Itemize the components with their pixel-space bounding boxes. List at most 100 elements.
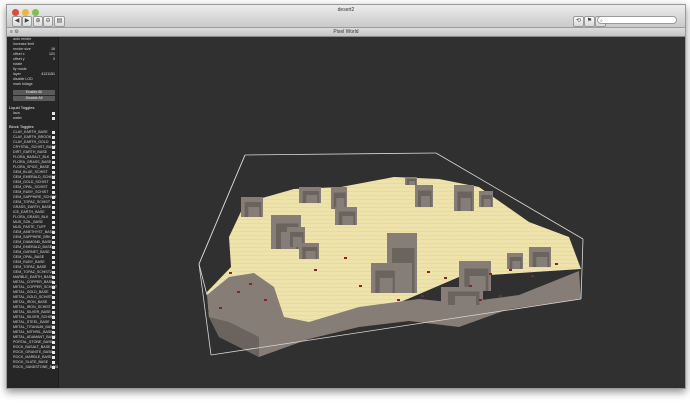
checkbox[interactable] [52, 281, 55, 284]
checkbox[interactable] [52, 296, 55, 299]
block-label: GEM_EMERALD_SCHIST [13, 175, 56, 179]
back-button[interactable]: ◀ [12, 16, 22, 27]
foliage-marker [531, 275, 534, 277]
block-label: FLORA_BASALT_BLK [13, 155, 50, 159]
foliage-marker [479, 299, 482, 301]
foliage-marker [499, 295, 502, 297]
block-label: GEM_TOPAZ_SCHIST [13, 200, 51, 204]
block-label: CLAY_EARTH_GOLD [13, 140, 49, 144]
terrain-render[interactable] [59, 37, 685, 388]
checkbox[interactable] [52, 366, 55, 369]
settings-sidebar: auto render increase limit render size 16 of… [7, 37, 59, 388]
checkbox[interactable] [52, 201, 55, 204]
checkbox[interactable] [52, 191, 55, 194]
checkbox[interactable] [52, 311, 55, 314]
checkbox[interactable] [52, 176, 55, 179]
block-toggle[interactable]: ROCK_SANDSTONE_BASE [7, 365, 58, 370]
search-field[interactable]: ⌕ [597, 16, 677, 24]
rock-block [483, 199, 491, 207]
liquid-label: water [13, 116, 22, 120]
checkbox[interactable] [52, 136, 55, 139]
checkbox[interactable] [52, 131, 55, 134]
rock-block [342, 216, 354, 225]
checkbox[interactable] [52, 166, 55, 169]
app-window: desert2 ◀ ▶ ⊕ ⊖ ▤ ⟲ ⚑ ☰ ⌕ ≡ ⚙ Pixel Worl… [6, 4, 686, 389]
checkbox[interactable] [52, 266, 55, 269]
checkbox[interactable] [52, 112, 55, 115]
control-label: rotate [13, 62, 23, 66]
checkbox[interactable] [52, 276, 55, 279]
checkbox[interactable] [52, 286, 55, 289]
zoom-out-button[interactable]: ⊖ [43, 16, 53, 27]
checkbox[interactable] [52, 251, 55, 254]
checkbox[interactable] [52, 171, 55, 174]
liquid-toggle[interactable]: water [7, 116, 58, 121]
checkbox[interactable] [52, 361, 55, 364]
block-label: METAL_COPPER_BASE [13, 280, 54, 284]
checkbox[interactable] [52, 151, 55, 154]
checkbox[interactable] [52, 211, 55, 214]
checkbox[interactable] [52, 196, 55, 199]
foliage-marker [359, 285, 362, 287]
rock-block [397, 263, 412, 293]
fly-mode-label: fly mode [13, 67, 27, 71]
checkbox[interactable] [52, 271, 55, 274]
disable-all-button[interactable]: Disable All [13, 96, 55, 101]
checkbox[interactable] [52, 161, 55, 164]
checkbox[interactable] [52, 256, 55, 259]
block-label: GEM_BLUE_SCHIST [13, 170, 48, 174]
block-label: GEM_EMERALD_BASE [13, 245, 53, 249]
checkbox[interactable] [52, 231, 55, 234]
checkbox[interactable] [52, 301, 55, 304]
enable-all-button[interactable]: Enable All [13, 90, 55, 95]
checkbox[interactable] [52, 291, 55, 294]
checkbox[interactable] [52, 181, 55, 184]
block-label: GEM_RUBY_SCHIST [13, 190, 49, 194]
block-label: GEM_AMETHYST_BASE [13, 230, 55, 234]
checkbox[interactable] [52, 141, 55, 144]
checkbox[interactable] [52, 221, 55, 224]
checkbox[interactable] [52, 346, 55, 349]
checkbox[interactable] [52, 236, 55, 239]
checkbox[interactable] [52, 356, 55, 359]
3d-viewport[interactable] [59, 37, 685, 388]
control-label: render size [13, 47, 31, 51]
checkbox[interactable] [52, 216, 55, 219]
checkbox[interactable] [52, 351, 55, 354]
misc-toggle[interactable]: mark foliage [7, 82, 58, 87]
checkbox[interactable] [52, 321, 55, 324]
checkbox[interactable] [52, 146, 55, 149]
checkbox[interactable] [52, 341, 55, 344]
checkbox[interactable] [52, 316, 55, 319]
checkbox[interactable] [52, 326, 55, 329]
checkbox[interactable] [52, 186, 55, 189]
checkbox[interactable] [52, 156, 55, 159]
block-label: GEM_GARNET_BASE [13, 250, 50, 254]
zoom-in-button[interactable]: ⊕ [33, 16, 43, 27]
checkbox[interactable] [52, 117, 55, 120]
rotate-button[interactable]: ⟲ [573, 16, 584, 27]
misc-label: mark foliage [13, 82, 33, 86]
checkbox[interactable] [52, 241, 55, 244]
block-label: METAL_GOLD_BASE [13, 290, 49, 294]
foliage-marker [397, 299, 400, 301]
sidebar-toggle-button[interactable]: ▤ [54, 16, 65, 27]
checkbox[interactable] [52, 206, 55, 209]
block-label: METAL_MITHRIL_BASE [13, 330, 53, 334]
foliage-marker [229, 272, 232, 274]
flag-button[interactable]: ⚑ [584, 16, 595, 27]
checkbox[interactable] [52, 306, 55, 309]
block-label: FLORA_SPICE_BASE [13, 165, 50, 169]
foliage-marker [444, 277, 447, 279]
forward-button[interactable]: ▶ [22, 16, 32, 27]
rock-block [248, 207, 260, 217]
checkbox[interactable] [52, 336, 55, 339]
view-bar: ≡ ⚙ Pixel World [7, 28, 685, 37]
control-label: auto render [13, 37, 32, 41]
control-label: increase limit [13, 42, 34, 46]
checkbox[interactable] [52, 261, 55, 264]
checkbox[interactable] [52, 246, 55, 249]
checkbox[interactable] [52, 226, 55, 229]
checkbox[interactable] [52, 331, 55, 334]
block-label: GEM_OPAL_SCHIST [13, 185, 48, 189]
